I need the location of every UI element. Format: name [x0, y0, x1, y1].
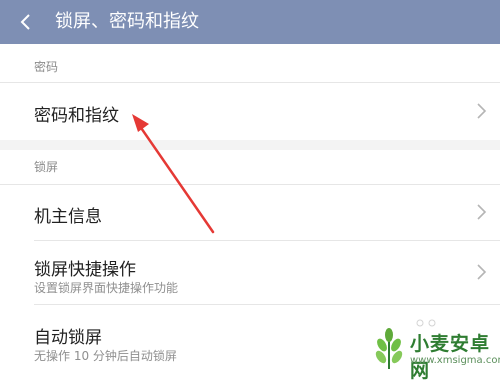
list-item-title: 机主信息 — [34, 207, 102, 227]
list-item-password-fingerprint[interactable]: 密码和指纹 — [0, 83, 500, 139]
wheat-logo-icon — [375, 328, 403, 369]
list-item-subtitle: 无操作 10 分钟后自动锁屏 — [34, 349, 177, 363]
section-label-lock-screen: 锁屏 — [34, 160, 59, 174]
list-item-owner-info[interactable]: 机主信息 — [0, 185, 500, 239]
list-item-title: 自动锁屏 — [34, 328, 102, 348]
section-label-password: 密码 — [34, 60, 59, 74]
list-item-title: 密码和指纹 — [34, 106, 119, 126]
top-bar: 锁屏、密码和指纹 — [0, 0, 500, 44]
back-arrow-icon[interactable] — [16, 12, 36, 32]
list-item-subtitle: 设置锁屏界面快捷操作功能 — [34, 281, 179, 295]
chevron-right-icon — [477, 204, 487, 220]
chevron-right-icon — [477, 103, 487, 119]
list-item-lockscreen-shortcuts[interactable]: 锁屏快捷操作 设置锁屏界面快捷操作功能 — [0, 241, 500, 303]
chevron-right-icon — [477, 264, 487, 280]
page-title: 锁屏、密码和指纹 — [55, 11, 199, 32]
section-gap — [0, 140, 500, 150]
watermark-url: www.xmsigma.com — [410, 355, 500, 366]
watermark-logo: 小麦安卓网 www.xmsigma.com — [368, 323, 500, 382]
list-item-title: 锁屏快捷操作 — [34, 260, 136, 280]
